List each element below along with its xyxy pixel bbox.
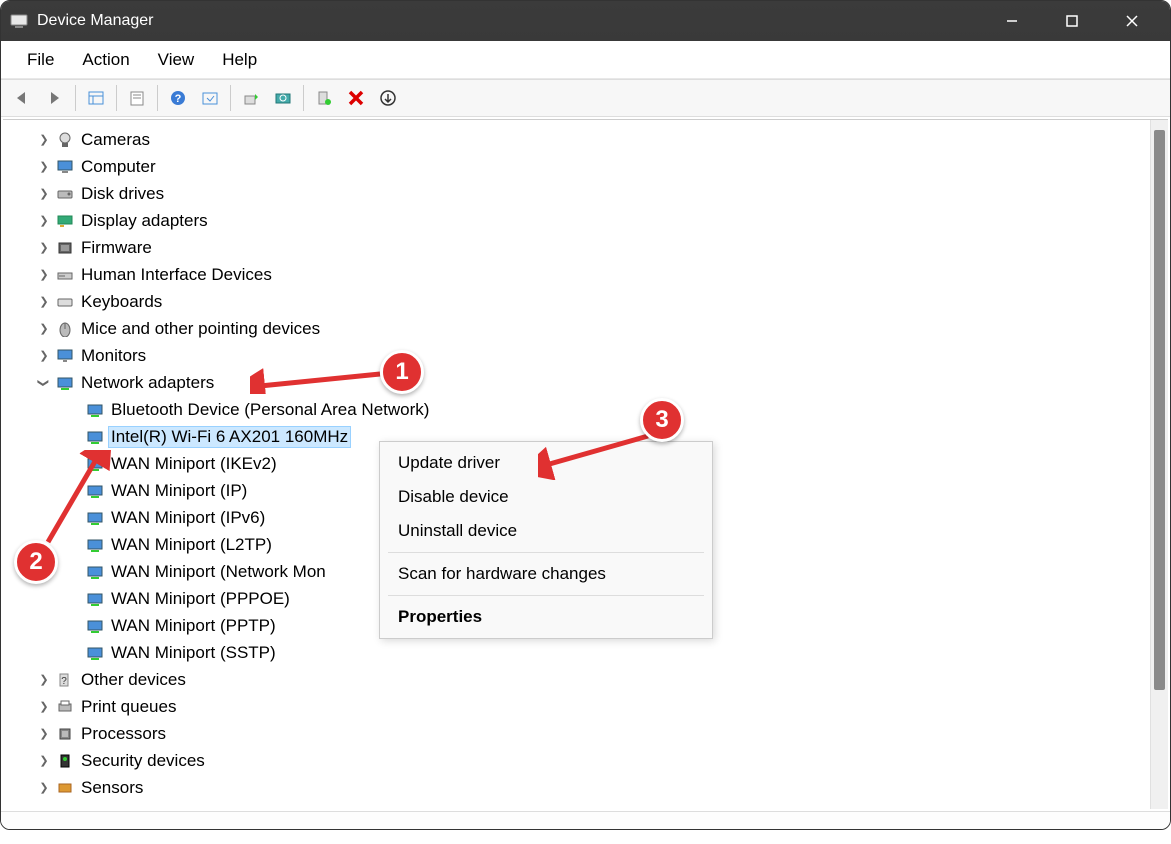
tree-node-monitors[interactable]: ❯Monitors (7, 342, 1150, 369)
tree-node-network-adapters[interactable]: ❯Network adapters (7, 369, 1150, 396)
tree-node-sensors[interactable]: ❯Sensors (7, 774, 1150, 801)
tree-node-cameras[interactable]: ❯Cameras (7, 126, 1150, 153)
ctx-properties[interactable]: Properties (380, 600, 712, 634)
help-button[interactable]: ? (163, 83, 193, 113)
tree-node-wan-sstp[interactable]: WAN Miniport (SSTP) (7, 639, 1150, 666)
menu-help[interactable]: Help (208, 44, 271, 76)
maximize-button[interactable] (1042, 1, 1102, 41)
network-device-icon (85, 401, 105, 419)
annotation-badge-3: 3 (640, 398, 684, 442)
tree-node-hid[interactable]: ❯Human Interface Devices (7, 261, 1150, 288)
annotation-arrow-3 (538, 430, 658, 480)
action-button[interactable] (195, 83, 225, 113)
tree-node-processors[interactable]: ❯Processors (7, 720, 1150, 747)
tree-node-firmware[interactable]: ❯Firmware (7, 234, 1150, 261)
window-controls (982, 1, 1162, 41)
svg-text:?: ? (61, 676, 67, 687)
security-icon (55, 752, 75, 770)
annotation-badge-1: 1 (380, 350, 424, 394)
enable-button[interactable] (309, 83, 339, 113)
network-device-icon (85, 428, 105, 446)
network-adapter-icon (55, 374, 75, 392)
monitor-icon (55, 347, 75, 365)
ctx-scan-hardware[interactable]: Scan for hardware changes (380, 557, 712, 591)
hid-icon (55, 266, 75, 284)
tree-node-other-devices[interactable]: ❯?Other devices (7, 666, 1150, 693)
network-device-icon (85, 590, 105, 608)
disk-icon (55, 185, 75, 203)
menu-file[interactable]: File (13, 44, 68, 76)
titlebar: Device Manager (1, 1, 1170, 41)
device-manager-window: Device Manager File Action View Help ? (0, 0, 1171, 830)
tree-node-disk-drives[interactable]: ❯Disk drives (7, 180, 1150, 207)
menubar: File Action View Help (1, 41, 1170, 79)
annotation-arrow-2 (42, 450, 122, 550)
ctx-separator (388, 595, 704, 596)
tree-node-print-queues[interactable]: ❯Print queues (7, 693, 1150, 720)
ctx-separator (388, 552, 704, 553)
printer-icon (55, 698, 75, 716)
keyboard-icon (55, 293, 75, 311)
show-hidden-button[interactable] (81, 83, 111, 113)
processor-icon (55, 725, 75, 743)
scan-button[interactable] (268, 83, 298, 113)
window-title: Device Manager (37, 12, 982, 30)
back-button[interactable] (8, 83, 38, 113)
sensor-icon (55, 779, 75, 797)
network-device-icon (85, 644, 105, 662)
properties-button[interactable] (122, 83, 152, 113)
update-driver-button[interactable] (236, 83, 266, 113)
annotation-badge-2: 2 (14, 540, 58, 584)
scrollbar-thumb[interactable] (1154, 130, 1165, 690)
toolbar: ? (1, 79, 1170, 117)
forward-button[interactable] (40, 83, 70, 113)
app-icon (9, 11, 29, 31)
display-adapter-icon (55, 212, 75, 230)
network-device-icon (85, 617, 105, 635)
ctx-uninstall-device[interactable]: Uninstall device (380, 514, 712, 548)
annotation-arrow-1 (250, 364, 390, 394)
toolbar-separator (303, 85, 304, 111)
other-devices-icon: ? (55, 671, 75, 689)
toolbar-separator (157, 85, 158, 111)
uninstall-button[interactable] (341, 83, 371, 113)
tree-node-display-adapters[interactable]: ❯Display adapters (7, 207, 1150, 234)
firmware-icon (55, 239, 75, 257)
toolbar-separator (75, 85, 76, 111)
toolbar-separator (116, 85, 117, 111)
menu-view[interactable]: View (144, 44, 209, 76)
vertical-scrollbar[interactable] (1150, 120, 1168, 809)
tree-node-mice[interactable]: ❯Mice and other pointing devices (7, 315, 1150, 342)
toolbar-separator (230, 85, 231, 111)
tree-node-security-devices[interactable]: ❯Security devices (7, 747, 1150, 774)
network-device-icon (85, 563, 105, 581)
tree-node-computer[interactable]: ❯Computer (7, 153, 1150, 180)
tree-node-keyboards[interactable]: ❯Keyboards (7, 288, 1150, 315)
minimize-button[interactable] (982, 1, 1042, 41)
ctx-disable-device[interactable]: Disable device (380, 480, 712, 514)
mouse-icon (55, 320, 75, 338)
close-button[interactable] (1102, 1, 1162, 41)
computer-icon (55, 158, 75, 176)
camera-icon (55, 131, 75, 149)
menu-action[interactable]: Action (68, 44, 143, 76)
add-legacy-button[interactable] (373, 83, 403, 113)
tree-node-bt-pan[interactable]: Bluetooth Device (Personal Area Network) (7, 396, 1150, 423)
svg-text:?: ? (175, 93, 182, 105)
statusbar (1, 811, 1170, 829)
